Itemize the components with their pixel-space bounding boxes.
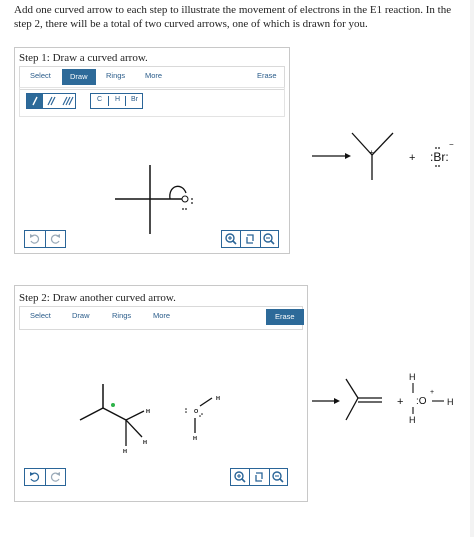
- step2-zoom-controls: [230, 468, 288, 486]
- zoom-out-icon[interactable]: [260, 231, 278, 247]
- erase-button[interactable]: Erase: [257, 71, 277, 80]
- hydronium-h-top: H: [409, 372, 416, 382]
- atom-tools: C H Br: [90, 93, 143, 109]
- tab-select[interactable]: Select: [30, 71, 51, 80]
- tab-rings[interactable]: Rings: [106, 71, 125, 80]
- bond-tools: [26, 93, 76, 109]
- step2-title: Step 2: Draw another curved arrow.: [19, 292, 176, 304]
- step2-tabbar: Select Draw Rings More Erase: [19, 306, 304, 330]
- hydronium-oxygen: :O: [416, 396, 427, 407]
- hydronium-h-bottom: H: [409, 415, 416, 425]
- undo-icon[interactable]: [25, 469, 46, 485]
- step1-undo-redo: [24, 230, 66, 248]
- hydronium-h-right: H: [447, 397, 454, 407]
- atom-h-button[interactable]: H: [108, 96, 126, 106]
- erase-button[interactable]: Erase: [266, 309, 304, 325]
- step2-undo-redo: [24, 468, 66, 486]
- step1-zoom-controls: [221, 230, 279, 248]
- tab-select[interactable]: Select: [30, 311, 51, 320]
- step2-panel: Step 2: Draw another curved arrow. Selec…: [14, 285, 308, 502]
- atom-c-button[interactable]: C: [91, 96, 108, 103]
- instructions: Add one curved arrow to each step to ill…: [14, 4, 452, 30]
- double-bond-icon[interactable]: [43, 94, 59, 108]
- tab-draw[interactable]: Draw: [62, 69, 96, 85]
- scrollbar[interactable]: [470, 0, 474, 537]
- tab-draw[interactable]: Draw: [72, 311, 90, 320]
- reset-zoom-icon[interactable]: [249, 469, 270, 485]
- plus-sign-2: +: [397, 396, 403, 408]
- triple-bond-icon[interactable]: [59, 94, 75, 108]
- step1-panel: Step 1: Draw a curved arrow. Select Draw…: [14, 47, 290, 254]
- step1-title: Step 1: Draw a curved arrow.: [19, 52, 148, 64]
- atom-br-button[interactable]: Br: [125, 96, 143, 106]
- reset-zoom-icon[interactable]: [240, 231, 261, 247]
- bromide-ion: :Br:: [430, 150, 449, 164]
- tab-rings[interactable]: Rings: [112, 311, 131, 320]
- carbocation-bond-1: [351, 132, 373, 156]
- redo-icon[interactable]: [45, 469, 65, 485]
- carbocation-charge: +: [369, 148, 374, 157]
- zoom-in-icon[interactable]: [222, 231, 240, 247]
- bromide-charge: −: [449, 140, 454, 149]
- hydronium-charge: +: [430, 389, 434, 396]
- tab-more[interactable]: More: [153, 311, 170, 320]
- zoom-in-icon[interactable]: [231, 469, 249, 485]
- single-bond-icon[interactable]: [27, 94, 43, 108]
- zoom-out-icon[interactable]: [269, 469, 287, 485]
- tab-more[interactable]: More: [145, 71, 162, 80]
- carbocation-bond-3: [371, 132, 394, 156]
- undo-icon[interactable]: [25, 231, 46, 247]
- redo-icon[interactable]: [45, 231, 65, 247]
- plus-sign-1: +: [409, 152, 415, 164]
- step1-draw-toolbar: C H Br: [19, 87, 285, 117]
